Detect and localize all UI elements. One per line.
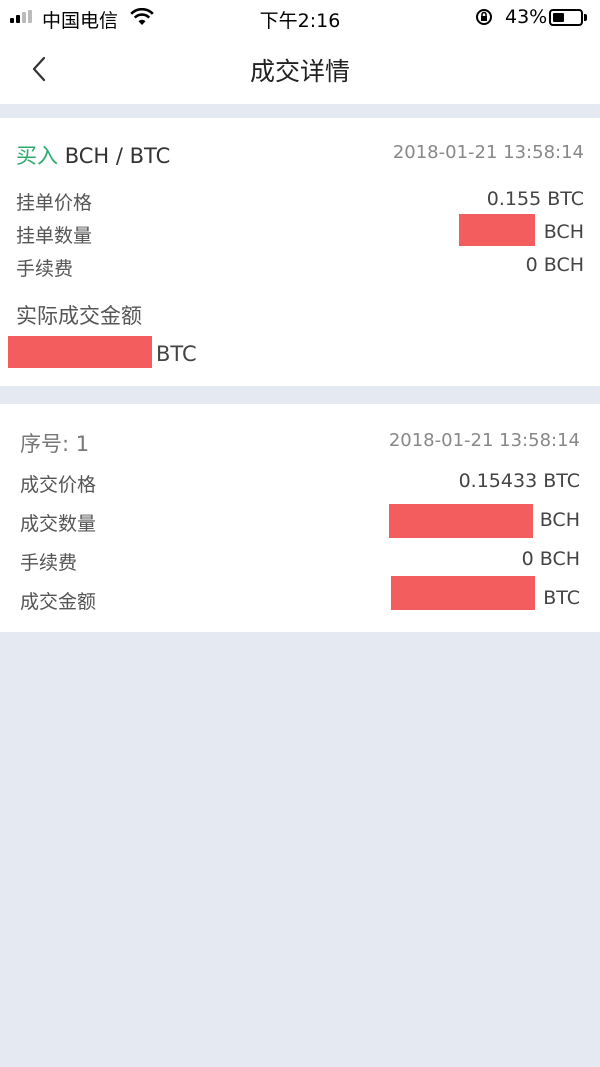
order-pair-heading: 买入 BCH / BTC: [16, 140, 170, 170]
battery-percent: 43%: [505, 6, 548, 28]
order-side-label: 买入: [16, 144, 58, 168]
trade-price-label: 成交价格: [20, 474, 97, 496]
battery-tip: [584, 14, 587, 21]
order-price-value: 0.155 BTC: [486, 188, 584, 210]
page-title: 成交详情: [249, 57, 350, 86]
trade-amount-unit: BTC: [543, 587, 580, 609]
trade-fee-value: 0 BCH: [521, 548, 580, 570]
order-fee-label: 手续费: [16, 258, 74, 280]
trade-fee-label: 手续费: [20, 552, 78, 574]
trade-quantity-unit: BCH: [539, 509, 580, 531]
status-bar: 中国电信 下午2:16 43%: [0, 0, 600, 34]
rotation-lock-icon: [476, 9, 492, 25]
trade-price-value: 0.15433 BTC: [458, 470, 580, 492]
actual-amount-label: 实际成交金额: [16, 304, 142, 328]
order-price-label: 挂单价格: [16, 192, 93, 214]
order-quantity-label: 挂单数量: [16, 225, 93, 247]
actual-amount-unit: BTC: [156, 342, 197, 366]
trade-quantity-label: 成交数量: [20, 513, 97, 535]
order-fee-value: 0 BCH: [525, 254, 584, 276]
trade-serial-number: 序号: 1: [20, 432, 90, 456]
order-summary-card: 买入 BCH / BTC 2018-01-21 13:58:14 挂单价格 0.…: [0, 118, 600, 386]
redacted-value: [459, 214, 535, 246]
navigation-bar: 成交详情: [0, 34, 600, 104]
trade-detail-card: 序号: 1 2018-01-21 13:58:14 成交价格 0.15433 B…: [0, 404, 600, 632]
trading-pair: BCH / BTC: [64, 144, 171, 168]
trade-timestamp: 2018-01-21 13:58:14: [388, 430, 580, 451]
battery-icon: [549, 9, 583, 26]
redacted-value: [391, 576, 535, 610]
redacted-value: [389, 504, 533, 538]
order-timestamp: 2018-01-21 13:58:14: [392, 142, 584, 163]
redacted-value: [8, 336, 152, 368]
order-quantity-unit: BCH: [543, 221, 584, 243]
trade-amount-label: 成交金额: [20, 591, 97, 613]
